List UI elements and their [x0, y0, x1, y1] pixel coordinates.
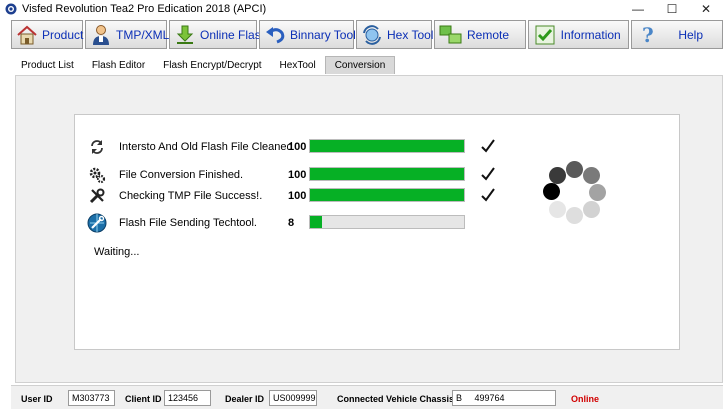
chassis-id-label: Connected Vehicle Chassis ID [337, 394, 466, 404]
conversion-content: Intersto And Old Flash File Cleaned 100 … [15, 75, 723, 383]
download-arrow-icon [174, 24, 196, 46]
hex-tool-button[interactable]: Hex Tool [356, 20, 434, 49]
online-flash-label: Online Flash [200, 27, 268, 42]
step-progress-fill [310, 168, 464, 180]
remote-button[interactable]: Remote [434, 20, 526, 49]
step-label: Intersto And Old Flash File Cleaned [119, 141, 293, 153]
tmp-xml-button[interactable]: TMP/XML [85, 20, 170, 49]
maximize-button[interactable]: ☐ [655, 0, 689, 17]
user-icon [90, 24, 112, 46]
close-button[interactable]: ✕ [689, 0, 723, 17]
chassis-id-field[interactable]: B 499764 [452, 390, 556, 406]
status-bar: User ID M303773 Client ID 123456 Dealer … [11, 385, 723, 409]
online-status-badge: Online [571, 394, 600, 404]
spinner-dot [583, 201, 600, 218]
checkmark-icon [481, 167, 495, 181]
binnary-tools-label: Binnary Tools [290, 27, 362, 42]
globe-wrench-icon [87, 213, 107, 233]
step-percent: 100 [288, 169, 307, 181]
client-id-label: Client ID [125, 394, 162, 404]
svg-text:?: ? [642, 24, 654, 46]
spinner-dot [549, 167, 566, 184]
home-icon [16, 24, 38, 46]
binnary-tools-button[interactable]: Binnary Tools [259, 20, 362, 49]
product-label: Product [42, 27, 84, 42]
help-button[interactable]: ? Help [631, 20, 723, 49]
step-label: File Conversion Finished. [119, 169, 244, 181]
information-button[interactable]: Information [527, 20, 630, 49]
spinner-dot [589, 184, 606, 201]
information-label: Information [560, 27, 621, 42]
refresh-globe-icon [361, 24, 383, 46]
checkmark-box-icon [533, 24, 557, 46]
tmp-xml-label: TMP/XML [116, 27, 170, 42]
tab-flash-editor[interactable]: Flash Editor [83, 56, 154, 74]
step-percent: 100 [288, 141, 307, 153]
checkmark-icon [481, 139, 495, 153]
window-title: Visfed Revolution Tea2 Pro Edication 201… [22, 2, 267, 15]
title-bar: Visfed Revolution Tea2 Pro Edication 201… [0, 0, 723, 17]
step-progress-bar [309, 188, 465, 202]
user-id-label: User ID [21, 394, 53, 404]
undo-arrow-icon [264, 24, 286, 46]
remote-label: Remote [467, 27, 510, 42]
spinner-dot [566, 161, 583, 178]
step-progress-fill [310, 216, 323, 228]
step-percent: 8 [288, 217, 295, 229]
spinner-dot [566, 207, 583, 224]
step-label: Flash File Sending Techtool. [119, 217, 257, 229]
step-progress-bar [309, 215, 465, 229]
question-mark-icon: ? [636, 24, 660, 46]
app-logo-icon [5, 3, 17, 14]
step-label: Checking TMP File Success!. [119, 190, 263, 202]
remote-windows-icon [439, 24, 463, 46]
main-toolbar: Product TMP/XML Online Flash Binnary Too… [11, 20, 723, 50]
minimize-button[interactable]: — [621, 0, 655, 17]
step-progress-bar [309, 139, 465, 153]
tools-icon [87, 186, 107, 206]
window-controls: — ☐ ✕ [621, 0, 723, 17]
loading-spinner-icon [543, 161, 607, 227]
tab-flash-encrypt-decrypt[interactable]: Flash Encrypt/Decrypt [154, 56, 270, 74]
spinner-dot [583, 167, 600, 184]
status-text: Waiting... [94, 246, 140, 258]
spinner-dot [543, 183, 560, 200]
refresh-arrows-icon [87, 137, 107, 157]
help-label: Help [678, 27, 703, 42]
tab-product-list[interactable]: Product List [12, 56, 83, 74]
checkmark-icon [481, 188, 495, 202]
tab-strip: Product List Flash Editor Flash Encrypt/… [12, 56, 396, 74]
step-percent: 100 [288, 190, 307, 202]
online-flash-button[interactable]: Online Flash [169, 20, 267, 49]
conversion-panel: Intersto And Old Flash File Cleaned 100 … [74, 114, 680, 350]
step-progress-fill [310, 140, 464, 152]
step-progress-fill [310, 189, 464, 201]
user-id-field[interactable]: M303773 [68, 390, 115, 406]
client-id-field[interactable]: 123456 [164, 390, 211, 406]
dealer-id-field[interactable]: US009999 [269, 390, 317, 406]
tab-hextool[interactable]: HexTool [271, 56, 325, 74]
step-row: Intersto And Old Flash File Cleaned 100 [75, 137, 681, 157]
step-progress-bar [309, 167, 465, 181]
hex-tool-label: Hex Tool [387, 27, 434, 42]
dealer-id-label: Dealer ID [225, 394, 265, 404]
tab-conversion[interactable]: Conversion [324, 56, 396, 74]
product-button[interactable]: Product [11, 20, 83, 49]
spinner-dot [549, 201, 566, 218]
gears-icon [87, 165, 107, 185]
